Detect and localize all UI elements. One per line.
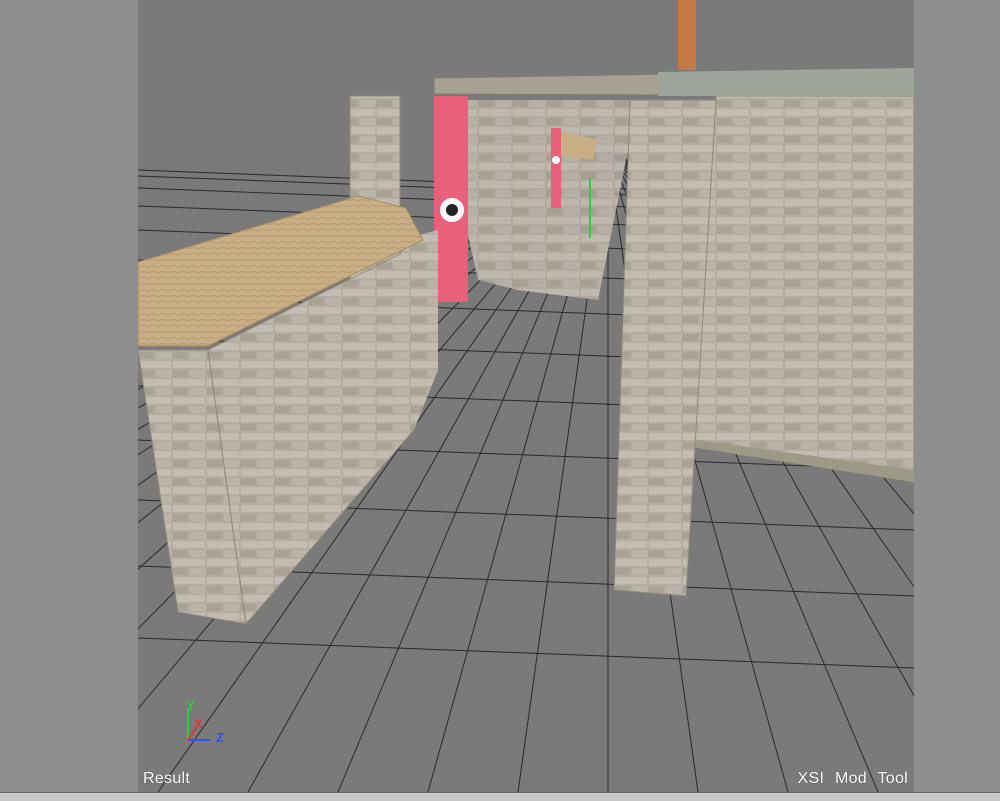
tower-top [678,0,696,70]
scene-render [138,0,914,792]
lintel-beam [433,68,914,97]
axis-gizmo: Y X Z [178,698,238,754]
grid-line [138,637,914,669]
app-tool-label: XSI Mod Tool [797,770,908,787]
3d-viewport[interactable]: Y X Z Result XSI Mod Tool [138,0,914,792]
left-panel [0,0,138,792]
viewport-mode-label[interactable]: Result [143,770,190,788]
brick-wall-right [685,95,914,483]
axis-x-label: X [194,716,203,731]
axis-z-label: Z [216,730,224,745]
axis-y-label: Y [186,698,195,713]
red-banner-far [551,128,561,208]
right-panel [914,0,1000,792]
red-banner [434,96,468,302]
